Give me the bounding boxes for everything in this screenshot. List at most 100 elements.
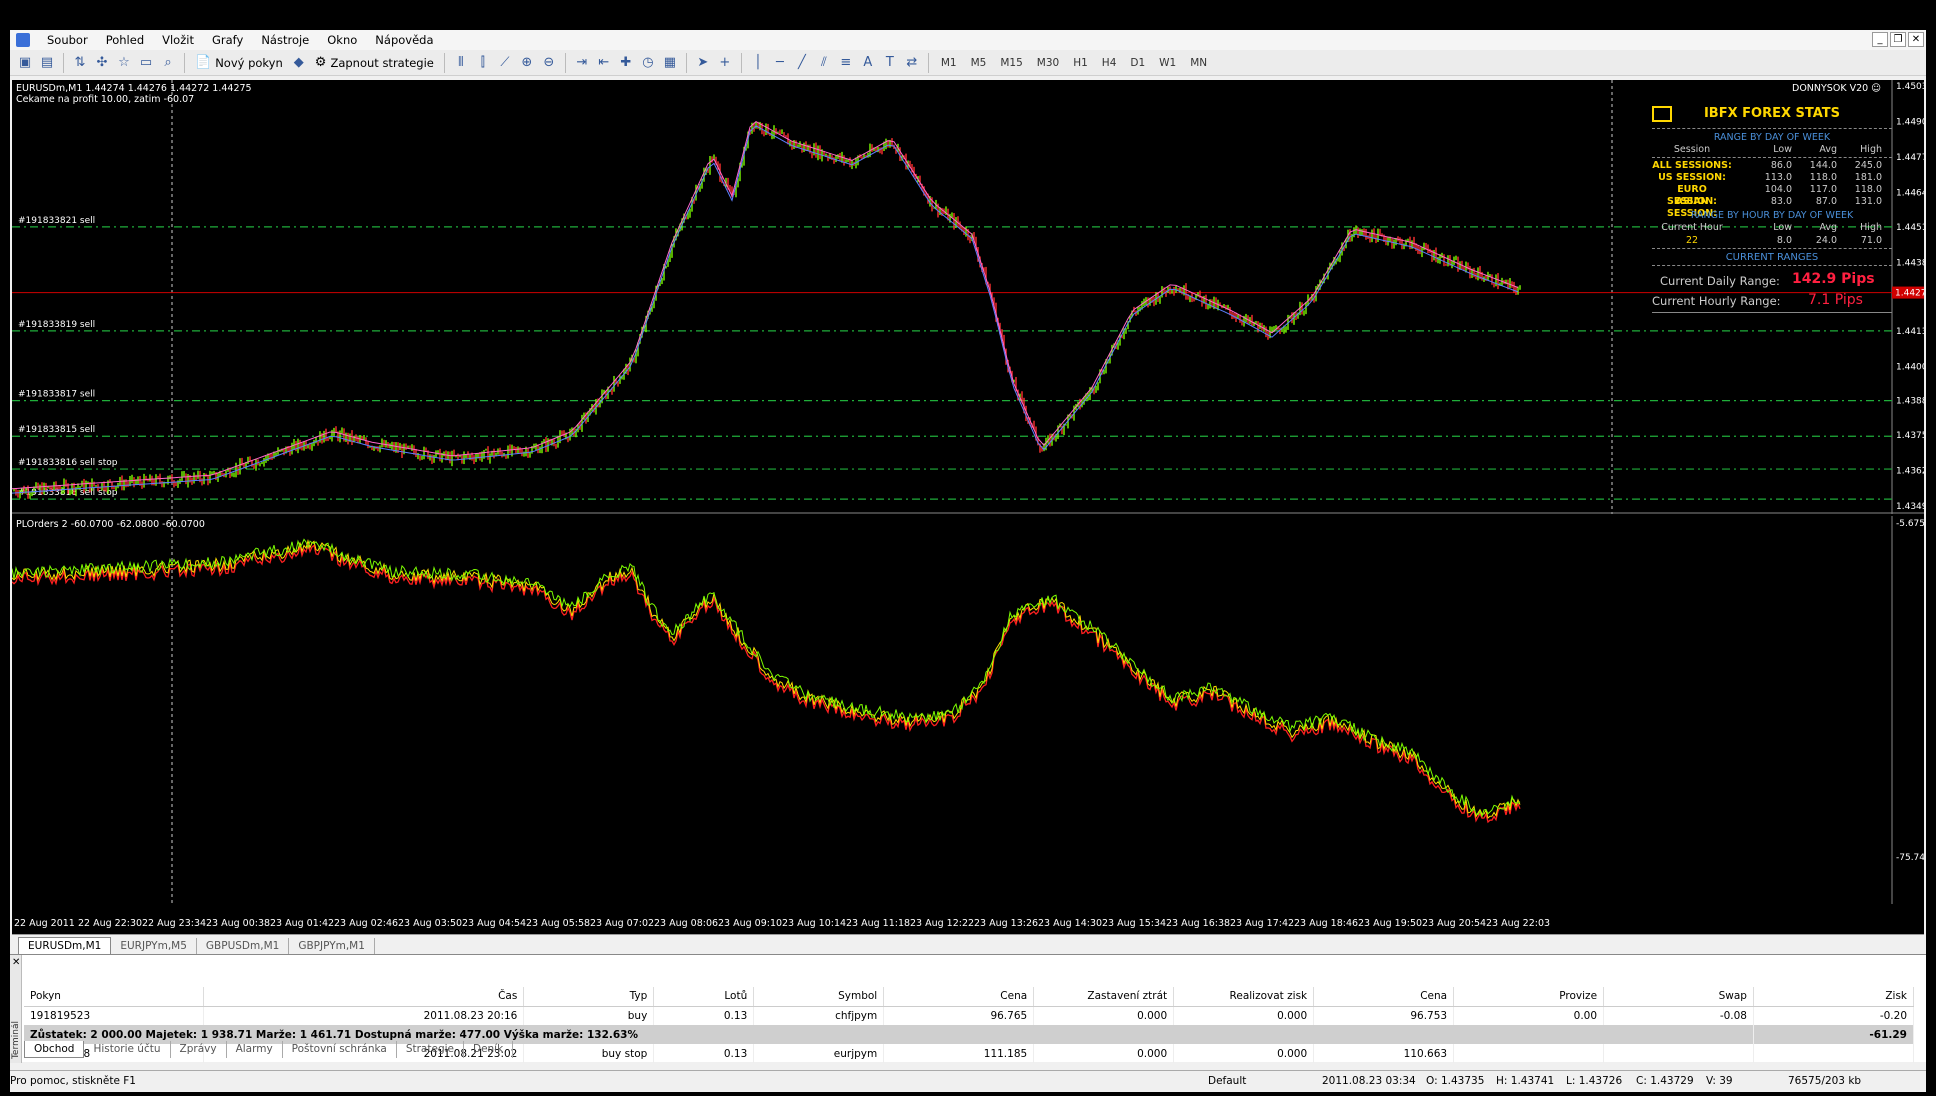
metaeditor-icon[interactable]: ◆ (288, 52, 310, 74)
col-tp[interactable]: Realizovat zisk (1173, 987, 1315, 1007)
menu-okno[interactable]: Okno (318, 33, 366, 47)
data-window-icon[interactable]: ☆ (113, 52, 135, 74)
col-sl[interactable]: Zastavení ztrát (1033, 987, 1175, 1007)
menu-nastroje[interactable]: Nástroje (252, 33, 318, 47)
hour-high: 71.0 (1860, 235, 1882, 246)
strategies-button[interactable]: ⚙ Zapnout strategie (310, 52, 439, 74)
zoom-in-icon[interactable]: ⊕ (516, 52, 538, 74)
order-line-label: #191833817 sell (18, 390, 95, 400)
time-tick-label: 22 Aug 23:34 (142, 918, 207, 929)
stats-cell-name: ASIAN SESSION: (1667, 196, 1717, 219)
timeframe-h1[interactable]: H1 (1066, 57, 1095, 69)
profiles-icon[interactable]: ▤ (36, 52, 58, 74)
zoom-out-icon[interactable]: ⊖ (538, 52, 560, 74)
cell-sl: 0.000 (1033, 1006, 1175, 1025)
chart-tab-eurusdm[interactable]: EURUSDm,M1 (18, 937, 112, 954)
chart-tab-gbpjpym[interactable]: GBPJPYm,M1 (289, 938, 375, 954)
separator (685, 52, 687, 73)
chart-tab-eurjpym[interactable]: EURJPYm,M5 (111, 938, 197, 954)
text-icon[interactable]: A (857, 52, 879, 74)
col-pokyn[interactable]: Pokyn (24, 987, 205, 1007)
tester-icon[interactable]: ⌕ (157, 52, 179, 74)
label-icon[interactable]: T (879, 52, 901, 74)
new-chart-icon[interactable]: ▣ (14, 52, 36, 74)
horizontal-line-icon[interactable]: ─ (769, 52, 791, 74)
indicators-icon[interactable]: ✚ (615, 52, 637, 74)
tab-obchod[interactable]: Obchod (24, 1041, 85, 1058)
restore-icon[interactable]: ❐ (1890, 32, 1906, 47)
price-tick-label: 1.43755 (1896, 431, 1924, 441)
timeframe-m5[interactable]: M5 (964, 57, 994, 69)
status-traffic: 76575/203 kb (1788, 1075, 1862, 1087)
table-row[interactable]: 191819523 2011.08.23 20:16 buy 0.13 chfj… (24, 1006, 1915, 1025)
col-symbol[interactable]: Symbol (753, 987, 885, 1007)
col-swap[interactable]: Swap (1603, 987, 1754, 1007)
hourly-range-label: Current Hourly Range: (1652, 294, 1781, 308)
terminal-icon[interactable]: ▭ (135, 52, 157, 74)
chart-tabs: EURUSDm,M1 EURJPYm,M5 GBPUSDm,M1 GBPJPYm… (12, 934, 1924, 954)
stats-cell-high: 181.0 (1854, 172, 1882, 183)
minimize-icon[interactable]: _ (1872, 32, 1888, 47)
cell-cena: 96.765 (883, 1006, 1035, 1025)
tab-schranka[interactable]: Poštovní schránka (283, 1041, 397, 1058)
menu-soubor[interactable]: Soubor (38, 33, 97, 47)
col-typ[interactable]: Typ (523, 987, 655, 1007)
menu-pohled[interactable]: Pohled (97, 33, 153, 47)
cell-tp: 0.000 (1173, 1006, 1315, 1025)
line-chart-icon[interactable]: ⟋ (494, 52, 516, 74)
market-watch-icon[interactable]: ⇅ (69, 52, 91, 74)
plorders-indicator-chart[interactable]: -5.675 -75.745 (12, 516, 1924, 904)
time-axis: 22 Aug 2011 22 Aug 22:30 22 Aug 23:34 23 Au… (12, 918, 1892, 932)
candle-chart-icon[interactable]: ⫿ (472, 52, 494, 74)
timeframe-w1[interactable]: W1 (1152, 57, 1183, 69)
hour-value-row: 22 8.0 24.0 71.0 (1652, 235, 1892, 246)
crosshair-icon[interactable]: + (714, 52, 736, 74)
cursor-icon[interactable]: ➤ (692, 52, 714, 74)
templates-icon[interactable]: ▦ (659, 52, 681, 74)
timeframe-m30[interactable]: M30 (1030, 57, 1066, 69)
col-cena[interactable]: Cena (883, 987, 1035, 1007)
new-order-button[interactable]: 📄 Nový pokyn (190, 52, 288, 74)
tab-alarmy[interactable]: Alarmy (227, 1041, 283, 1058)
menu-napoveda[interactable]: Nápověda (366, 33, 442, 47)
periods-icon[interactable]: ◷ (637, 52, 659, 74)
tab-historie[interactable]: Historie účtu (84, 1041, 171, 1058)
tab-denik[interactable]: Deník (464, 1041, 514, 1058)
col-zisk[interactable]: Zisk (1753, 987, 1915, 1007)
col-lotu[interactable]: Lotů (653, 987, 755, 1007)
tab-strategie[interactable]: Strategie (397, 1041, 464, 1058)
chart-shift-icon[interactable]: ⇤ (593, 52, 615, 74)
arrows-icon[interactable]: ⇄ (901, 52, 923, 74)
timeframe-m15[interactable]: M15 (993, 57, 1029, 69)
col-cena2[interactable]: Cena (1313, 987, 1455, 1007)
close-terminal-icon[interactable]: ✕ (12, 957, 20, 968)
col-cas[interactable]: Čas (203, 987, 525, 1007)
timeframe-m1[interactable]: M1 (934, 57, 964, 69)
col-provize[interactable]: Provize (1453, 987, 1605, 1007)
vertical-line-icon[interactable]: │ (747, 52, 769, 74)
channel-icon[interactable]: ⫽ (813, 52, 835, 74)
main-price-chart[interactable]: 1.45030 1.44900 1.44770 1.44640 1.44515 1.443… (12, 80, 1924, 514)
tab-zpravy[interactable]: Zprávy (171, 1041, 227, 1058)
timeframe-mn[interactable]: MN (1183, 57, 1214, 69)
close-icon[interactable]: ✕ (1908, 32, 1924, 47)
menu-grafy[interactable]: Grafy (203, 33, 252, 47)
col-low: Low (1773, 144, 1792, 155)
chart-tab-gbpusdm[interactable]: GBPUSDm,M1 (197, 938, 290, 954)
divider (1652, 265, 1892, 266)
trendline-icon[interactable]: ╱ (791, 52, 813, 74)
autoscroll-icon[interactable]: ⇥ (571, 52, 593, 74)
time-tick-label: 23 Aug 18:46 (1294, 918, 1359, 929)
timeframe-d1[interactable]: D1 (1123, 57, 1152, 69)
separator (443, 52, 445, 73)
menu-vlozit[interactable]: Vložit (153, 33, 203, 47)
navigator-icon[interactable]: ✣ (91, 52, 113, 74)
chart-area[interactable]: 1.45030 1.44900 1.44770 1.44640 1.44515 1.443… (12, 80, 1924, 934)
indicator-background (12, 516, 1924, 904)
bar-chart-icon[interactable]: ⫴ (450, 52, 472, 74)
stats-cell-name: ALL SESSIONS: (1652, 160, 1732, 171)
stats-cell-low: 83.0 (1770, 196, 1792, 207)
stats-cell-low: 86.0 (1770, 160, 1792, 171)
fibonacci-icon[interactable]: ≡ (835, 52, 857, 74)
timeframe-h4[interactable]: H4 (1095, 57, 1124, 69)
